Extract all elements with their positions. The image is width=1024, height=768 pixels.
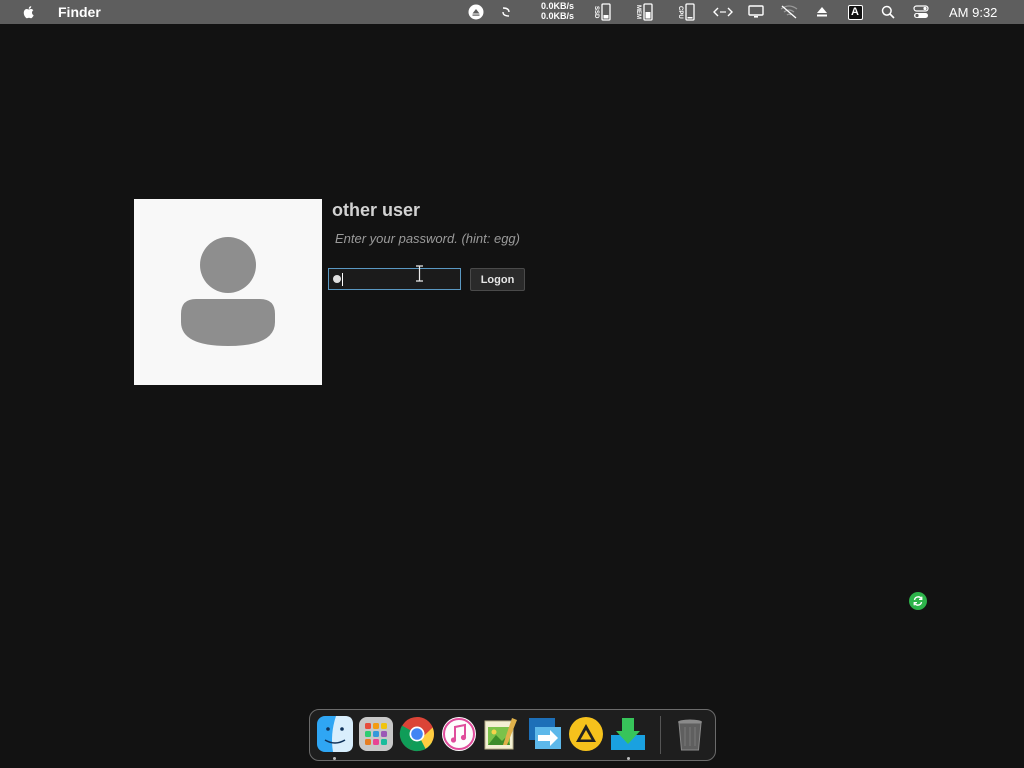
apple-menu-icon[interactable] bbox=[21, 4, 37, 20]
user-name-title: other user bbox=[332, 200, 421, 220]
logon-button[interactable]: Logon bbox=[470, 268, 525, 291]
network-up-speed: 0.0KB/s bbox=[540, 1, 574, 11]
launchpad-icon[interactable] bbox=[357, 715, 395, 753]
input-source-label: A bbox=[847, 4, 863, 20]
ssd-monitor[interactable]: SSD bbox=[589, 0, 615, 24]
spotlight-search-icon[interactable] bbox=[879, 0, 897, 24]
network-down-speed: 0.0KB/s bbox=[540, 11, 574, 21]
wifi-off-icon[interactable] bbox=[778, 0, 800, 24]
menubar-clock[interactable]: AM 9:32 bbox=[949, 5, 997, 20]
running-indicator bbox=[627, 757, 630, 760]
ibeam-cursor-icon bbox=[416, 265, 423, 282]
active-app-name[interactable]: Finder bbox=[58, 4, 101, 20]
password-mask-dot bbox=[333, 275, 341, 283]
dock-separator bbox=[660, 716, 661, 754]
migration-icon[interactable] bbox=[526, 715, 564, 753]
chrome-icon[interactable] bbox=[398, 715, 436, 753]
text-caret bbox=[342, 272, 343, 286]
artstudio-icon[interactable] bbox=[567, 715, 605, 753]
image-editor-icon[interactable] bbox=[482, 715, 520, 753]
memory-monitor[interactable]: MEM bbox=[631, 0, 657, 24]
running-indicator bbox=[333, 757, 336, 760]
input-source-icon[interactable]: A bbox=[846, 0, 864, 24]
mem-label: MEM bbox=[635, 5, 641, 19]
sync-status-icon[interactable] bbox=[499, 0, 513, 24]
control-center-icon[interactable] bbox=[911, 0, 931, 24]
code-brackets-icon[interactable] bbox=[711, 0, 735, 24]
menu-bar: Finder 0.0KB/s 0.0KB/s SSD MEM CPU A AM … bbox=[0, 0, 1024, 24]
password-input[interactable] bbox=[328, 268, 461, 290]
network-speed[interactable]: 0.0KB/s 0.0KB/s bbox=[532, 1, 574, 21]
itunes-icon[interactable] bbox=[440, 715, 478, 753]
finder-icon[interactable] bbox=[316, 715, 354, 753]
cpu-label: CPU bbox=[677, 5, 683, 19]
user-avatar bbox=[134, 199, 322, 385]
cpu-monitor[interactable]: CPU bbox=[673, 0, 699, 24]
eject-status-icon[interactable] bbox=[467, 0, 485, 24]
dock bbox=[309, 709, 716, 761]
downloader-icon[interactable] bbox=[609, 715, 647, 753]
display-icon[interactable] bbox=[746, 0, 766, 24]
eject-icon[interactable] bbox=[813, 0, 831, 24]
refresh-icon[interactable] bbox=[909, 592, 927, 610]
trash-icon[interactable] bbox=[671, 715, 709, 753]
ssd-label: SSD bbox=[593, 5, 599, 19]
password-hint: Enter your password. (hint: egg) bbox=[335, 231, 520, 246]
default-user-icon bbox=[181, 237, 275, 346]
